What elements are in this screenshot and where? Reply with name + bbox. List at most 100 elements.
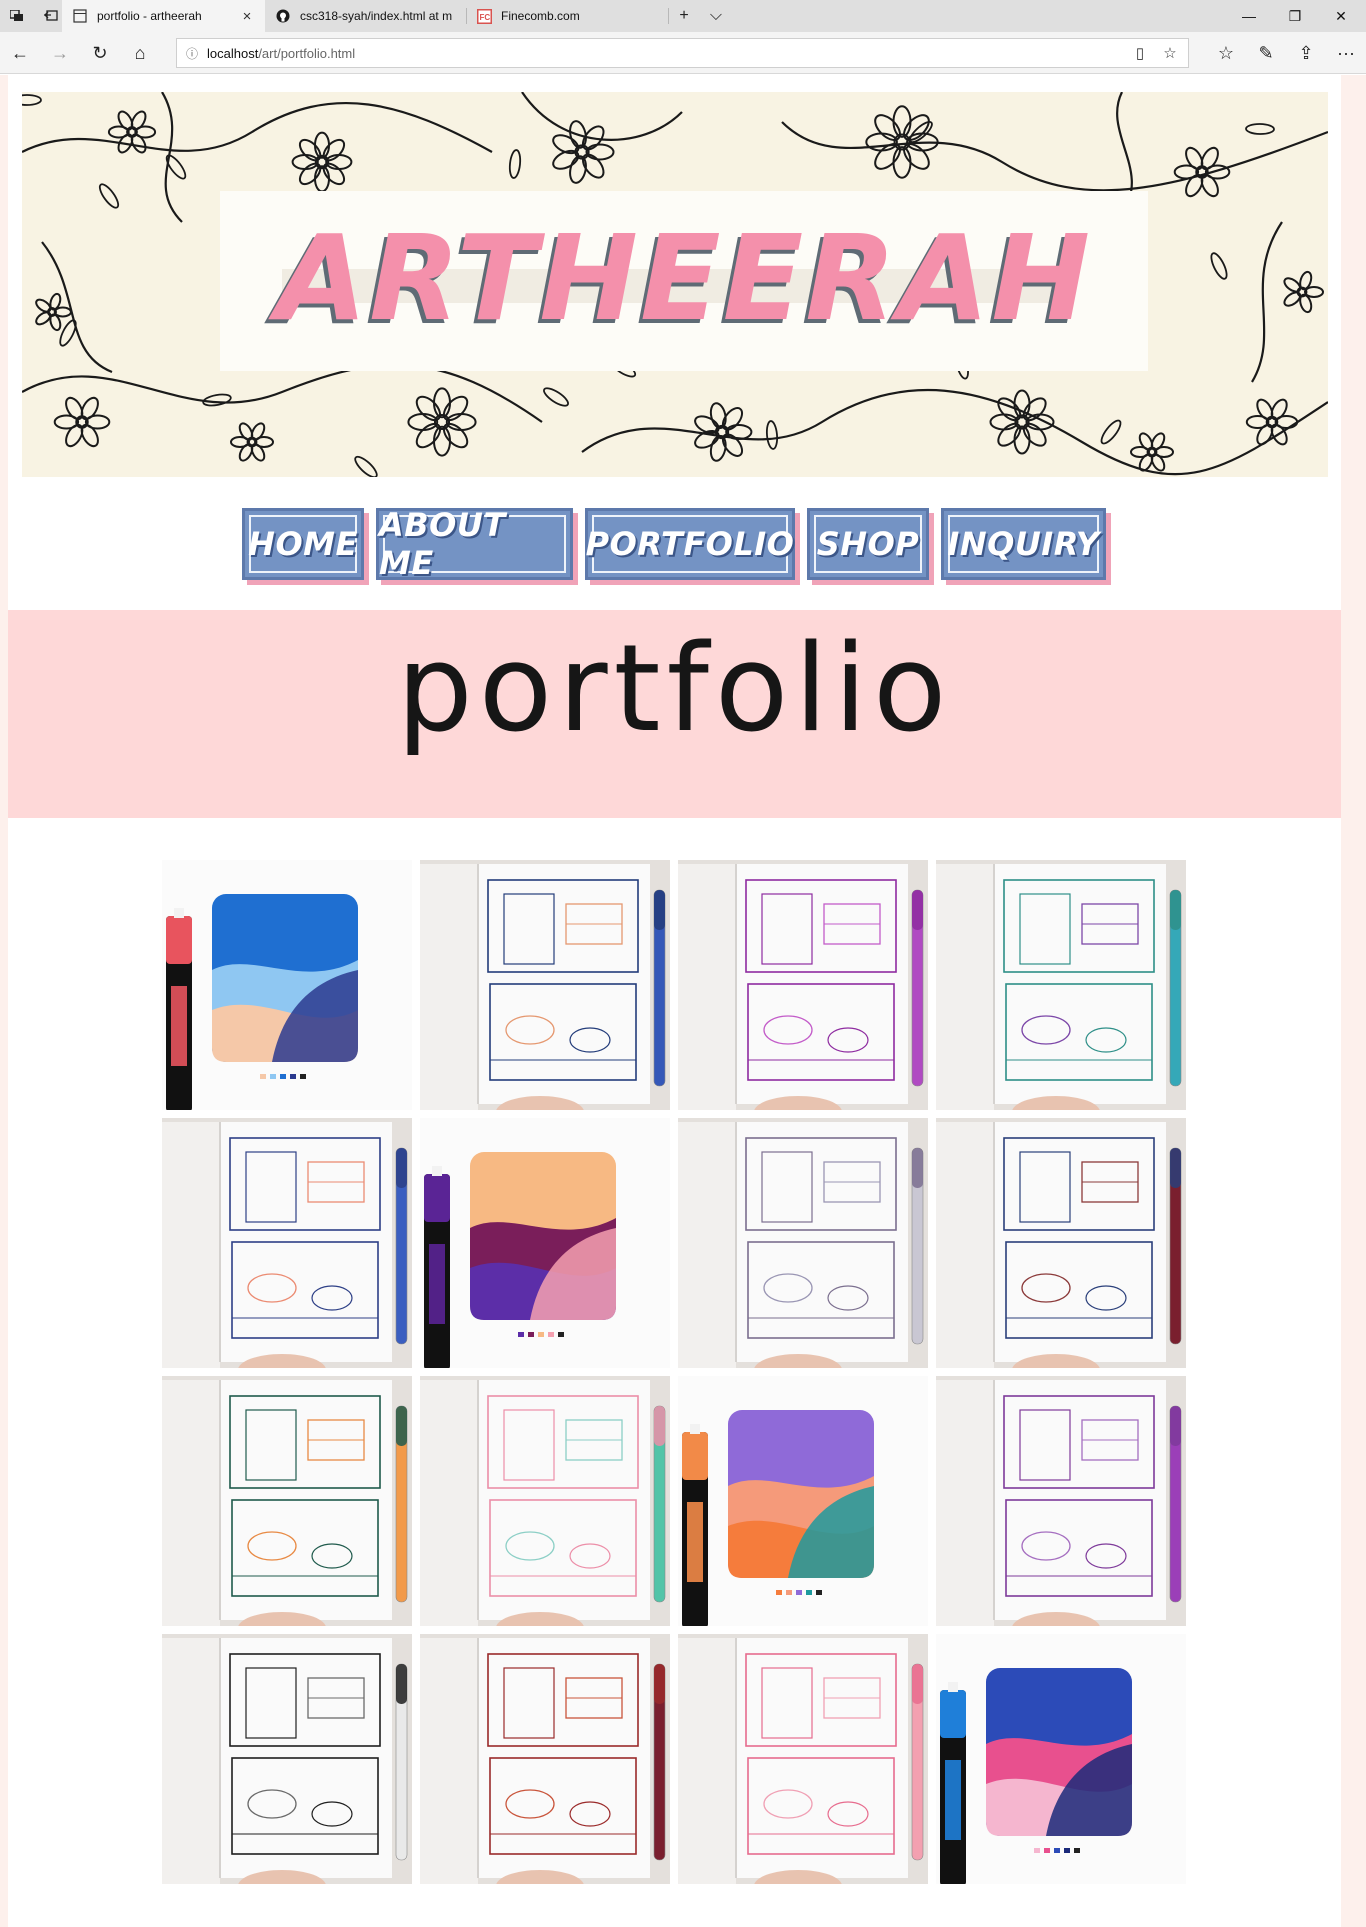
leaf-doodle [22, 94, 42, 106]
tab-label: Finecomb.com [501, 9, 580, 23]
gallery-thumbnail[interactable] [162, 1376, 412, 1626]
tab-github[interactable]: csc318-syah/index.html at m [265, 0, 465, 32]
svg-text:FC: FC [479, 13, 490, 22]
sketchbook-artwork [162, 1118, 412, 1368]
leaf-doodle [543, 387, 569, 407]
flower-doodle [407, 387, 477, 457]
task-view-icon[interactable] [0, 0, 34, 32]
flower-doodle [53, 396, 111, 448]
site-info-icon[interactable]: ⓘ [177, 45, 207, 62]
nav-label: INQUIRY [947, 525, 1100, 563]
nav-home[interactable]: HOME [242, 508, 364, 580]
painted-card-artwork [420, 1118, 670, 1368]
leaf-doodle [1100, 419, 1122, 445]
vine-doodle [581, 388, 1328, 476]
flower-doodle [552, 120, 615, 184]
favorite-star-icon[interactable]: ☆ [1155, 39, 1185, 67]
leaf-doodle [508, 149, 522, 179]
leaf-doodle [1210, 252, 1228, 280]
nav-shop[interactable]: SHOP [807, 508, 929, 580]
leaf-doodle [1245, 123, 1275, 135]
share-icon[interactable]: ⇪ [1290, 37, 1322, 69]
painted-card-artwork [678, 1376, 928, 1626]
nav-label: HOME [248, 525, 358, 563]
painted-card-artwork [936, 1634, 1186, 1884]
gallery-thumbnail[interactable] [420, 1118, 670, 1368]
flower-doodle [1283, 270, 1324, 314]
nav-inquiry[interactable]: INQUIRY [941, 508, 1106, 580]
more-icon[interactable]: ··· [1330, 37, 1362, 69]
address-host: localhost [207, 45, 259, 61]
gallery-thumbnail[interactable] [162, 1118, 412, 1368]
new-tab-icon[interactable]: + [670, 0, 698, 32]
tab-finecomb[interactable]: FC Finecomb.com [466, 0, 666, 32]
nav-label: SHOP [816, 525, 920, 563]
floral-header-illustration: ARTHEERAH [22, 92, 1328, 477]
gallery-thumbnail[interactable] [678, 1376, 928, 1626]
address-url: localhost/art/portfolio.html [207, 46, 355, 61]
sketchbook-artwork [420, 860, 670, 1110]
gallery-thumbnail[interactable] [936, 1118, 1186, 1368]
leaf-doodle [202, 393, 232, 407]
leaf-doodle [354, 455, 378, 477]
address-bar[interactable]: ⓘ localhost/art/portfolio.html ▯ ☆ [176, 38, 1189, 68]
tab-close-icon[interactable]: × [239, 8, 255, 25]
main-navigation: HOME ABOUT ME PORTFOLIO SHOP INQUIRY [8, 505, 1341, 585]
gallery-thumbnail[interactable] [936, 860, 1186, 1110]
browser-tab-bar: portfolio - artheerah × csc318-syah/inde… [0, 0, 1366, 32]
flower-doodle [694, 402, 753, 462]
sketchbook-artwork [678, 1118, 928, 1368]
gallery-thumbnail[interactable] [936, 1634, 1186, 1884]
vine-doodle [22, 101, 493, 153]
forward-icon[interactable]: → [44, 37, 76, 69]
tab-portfolio[interactable]: portfolio - artheerah × [62, 0, 265, 32]
painted-card-artwork [162, 860, 412, 1110]
gallery-thumbnail[interactable] [678, 1634, 928, 1884]
page-title-banner: portfolio [8, 610, 1341, 818]
vine-doodle [1251, 221, 1283, 383]
flower-doodle [291, 131, 353, 193]
vine-doodle [41, 241, 113, 374]
gallery-thumbnail[interactable] [420, 1376, 670, 1626]
tab-label: portfolio - artheerah [97, 9, 202, 23]
sketchbook-artwork [936, 860, 1186, 1110]
site-content: ARTHEERAH HOME ABOUT ME PORTFOLIO SHOP I… [8, 75, 1341, 1927]
nav-portfolio[interactable]: PORTFOLIO [585, 508, 795, 580]
gallery-thumbnail[interactable] [162, 1634, 412, 1884]
flower-doodle [1130, 432, 1174, 472]
sketchbook-artwork [678, 1634, 928, 1884]
site-header: ARTHEERAH [8, 81, 1341, 489]
flower-doodle [1173, 146, 1231, 198]
sketchbook-artwork [678, 860, 928, 1110]
leaf-doodle [98, 183, 120, 209]
flower-doodle [35, 292, 72, 332]
gallery-thumbnail[interactable] [162, 860, 412, 1110]
finecomb-icon: FC [476, 8, 492, 24]
address-path: /art/portfolio.html [258, 45, 356, 61]
gallery-thumbnail[interactable] [420, 860, 670, 1110]
gallery-thumbnail[interactable] [420, 1634, 670, 1884]
close-window-icon[interactable]: ✕ [1318, 0, 1364, 32]
sketchbook-artwork [162, 1634, 412, 1884]
gallery-thumbnail[interactable] [936, 1376, 1186, 1626]
nav-about-me[interactable]: ABOUT ME [376, 506, 573, 582]
tab-separator [668, 8, 669, 24]
restore-icon[interactable]: ❐ [1272, 0, 1318, 32]
gallery-thumbnail[interactable] [678, 860, 928, 1110]
nav-label: ABOUT ME [379, 506, 506, 582]
reading-view-icon[interactable]: ▯ [1125, 39, 1155, 67]
page-viewport: ARTHEERAH HOME ABOUT ME PORTFOLIO SHOP I… [0, 75, 1366, 1927]
favorites-hub-icon[interactable]: ☆ [1210, 37, 1242, 69]
sketchbook-artwork [420, 1376, 670, 1626]
minimize-icon[interactable]: — [1226, 0, 1272, 32]
home-icon[interactable]: ⌂ [124, 37, 156, 69]
refresh-icon[interactable]: ↻ [84, 37, 116, 69]
browser-navigation-bar: ← → ↻ ⌂ ⓘ localhost/art/portfolio.html ▯… [0, 32, 1366, 74]
web-notes-icon[interactable]: ✎ [1250, 37, 1282, 69]
sketchbook-artwork [162, 1376, 412, 1626]
back-icon[interactable]: ← [4, 37, 36, 69]
sketchbook-artwork [936, 1118, 1186, 1368]
tab-list-icon[interactable]: ⌵ [702, 0, 730, 32]
site-logo[interactable]: ARTHEERAH [220, 213, 1148, 343]
gallery-thumbnail[interactable] [678, 1118, 928, 1368]
